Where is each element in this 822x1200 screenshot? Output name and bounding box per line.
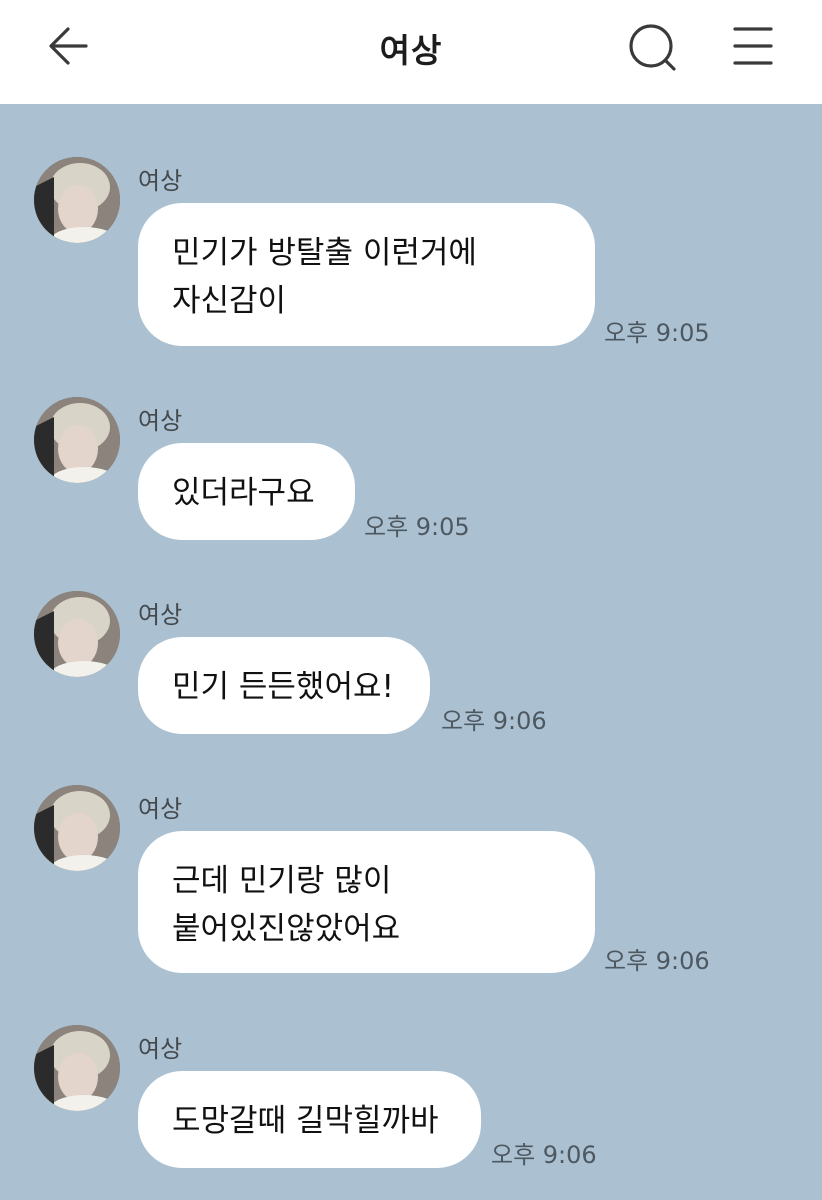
message-time: 오후 9:05 xyxy=(604,319,710,347)
sender-name: 여상 xyxy=(138,407,183,435)
chat-header: 여상 xyxy=(0,0,822,104)
search-button[interactable] xyxy=(620,16,684,80)
search-icon xyxy=(629,24,676,71)
sender-avatar[interactable] xyxy=(34,591,120,677)
sender-avatar[interactable] xyxy=(34,397,120,483)
message-bubble[interactable]: 도망갈때 길막힐까바 xyxy=(138,1071,481,1168)
message-bubble[interactable]: 근데 민기랑 많이 붙어있진않았어요 xyxy=(138,831,595,973)
sender-avatar[interactable] xyxy=(34,157,120,243)
avatar-photo xyxy=(34,785,120,871)
menu-button[interactable] xyxy=(722,18,784,74)
hamburger-menu-icon xyxy=(733,27,773,65)
message-time: 오후 9:06 xyxy=(441,707,547,735)
sender-name: 여상 xyxy=(138,601,183,629)
avatar-photo xyxy=(34,397,120,483)
sender-name: 여상 xyxy=(138,795,183,823)
sender-name: 여상 xyxy=(138,1035,183,1063)
sender-name: 여상 xyxy=(138,167,183,195)
sender-avatar[interactable] xyxy=(34,785,120,871)
message-time: 오후 9:06 xyxy=(491,1141,597,1169)
avatar-photo xyxy=(34,591,120,677)
message-bubble[interactable]: 민기가 방탈출 이런거에 자신감이 xyxy=(138,203,595,346)
sender-avatar[interactable] xyxy=(34,1025,120,1111)
message-time: 오후 9:05 xyxy=(364,513,470,541)
chat-screen: 여상 여상 민기가 방탈출 이런거에 자신감이 오후 9:05 여상 있더라구요… xyxy=(0,0,822,1200)
chat-title: 여상 xyxy=(379,31,443,70)
avatar-photo xyxy=(34,157,120,243)
message-bubble[interactable]: 민기 든든했어요! xyxy=(138,637,430,734)
avatar-photo xyxy=(34,1025,120,1111)
message-time: 오후 9:06 xyxy=(604,947,710,975)
message-bubble[interactable]: 있더라구요 xyxy=(138,443,355,540)
